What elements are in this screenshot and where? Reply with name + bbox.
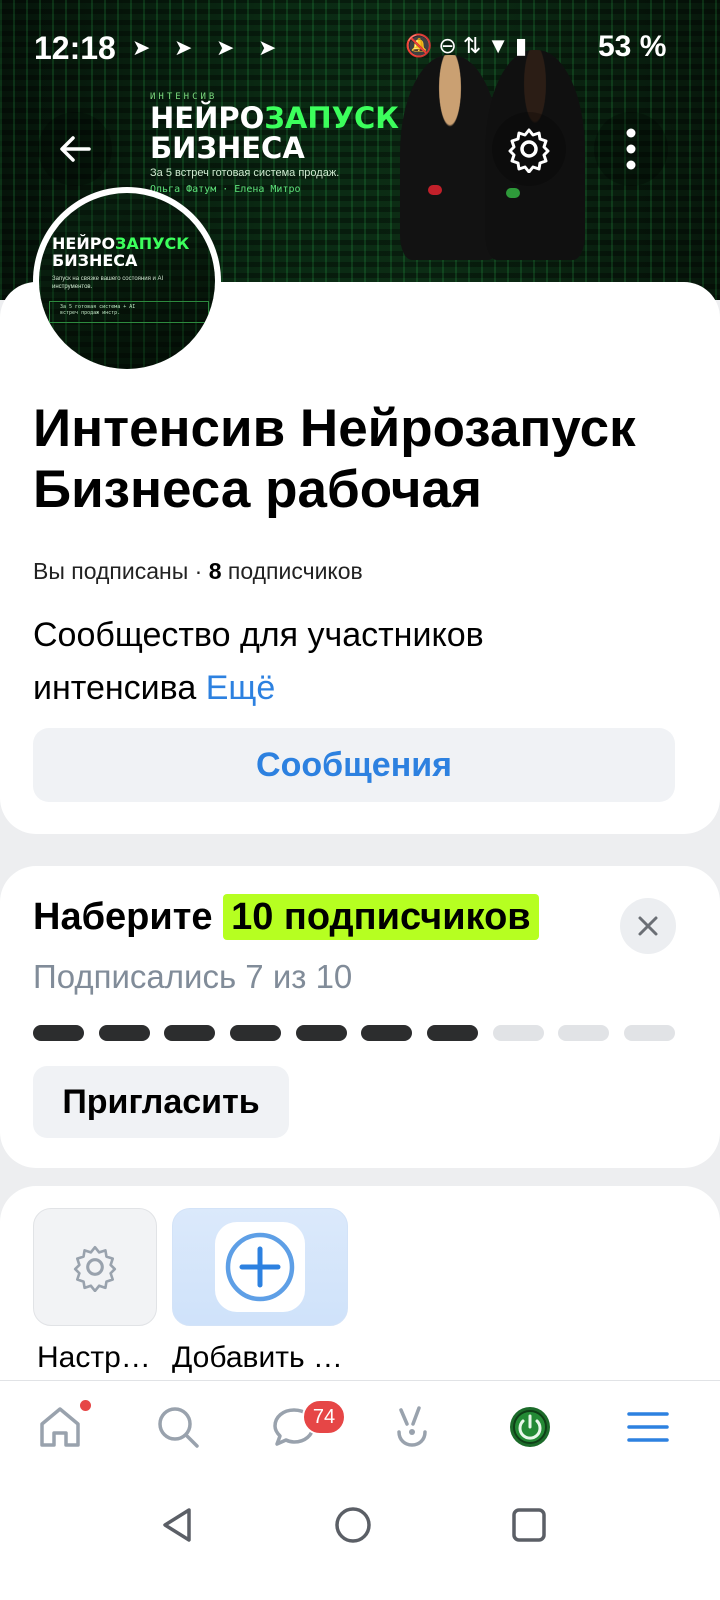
goal-progress-text: Подписались 7 из 10 (33, 958, 353, 995)
bottom-tab-bar: 74 (0, 1380, 720, 1470)
avatar-table-row: встреч продаж инстр. (60, 310, 121, 316)
green-pill (506, 188, 520, 198)
square-recents-icon (512, 1508, 546, 1542)
messages-button[interactable]: Сообщения (33, 728, 675, 802)
progress-segment (33, 1025, 84, 1041)
progress-segment (426, 1025, 478, 1041)
nav-back-button[interactable] (152, 1500, 202, 1550)
telegram-icon: ➤ (258, 35, 277, 60)
power-icon (510, 1407, 550, 1447)
tab-menu[interactable] (618, 1397, 678, 1457)
settings-app-tile[interactable] (33, 1208, 157, 1326)
progress-segment (164, 1025, 216, 1041)
search-icon (158, 1407, 199, 1448)
settings-app-label: Настр… (37, 1341, 151, 1374)
telegram-icon: ➤ (132, 35, 151, 60)
subscribed-status: Вы подписаны · (33, 558, 209, 584)
circle-home-icon (335, 1507, 371, 1543)
cover-subtitle: За 5 встреч готовая система продаж. (150, 167, 340, 179)
avatar-subtitle: Запуск на связке вашего состояния и AI и… (52, 276, 164, 290)
telegram-icon: ➤ (174, 35, 193, 60)
red-pill (428, 185, 442, 195)
add-app-icon-bg (215, 1222, 305, 1312)
goal-title-highlight: 10 подписчиков (223, 894, 539, 940)
avatar-title-line2: БИЗНЕСА (52, 251, 138, 270)
tab-power[interactable] (500, 1397, 560, 1457)
back-button[interactable] (38, 112, 112, 186)
community-description: Сообщество для участников интенсива Ещё (33, 609, 633, 715)
add-app-label: Добавить … (172, 1341, 343, 1374)
plus-circle-icon (225, 1232, 295, 1302)
home-icon (40, 1407, 80, 1447)
subscriber-count: 8 (208, 558, 222, 584)
avatar-image: НЕЙРОЗАПУСК БИЗНЕСА Запуск на связке ваш… (39, 193, 215, 369)
cover-title-part1: НЕЙРО (150, 101, 265, 135)
close-goal-button[interactable] (620, 898, 676, 954)
telegram-icon: ➤ (216, 35, 235, 60)
settings-button[interactable] (492, 112, 566, 186)
subscriber-goal-card: Наберите 10 подписчиков Подписались 7 из… (0, 866, 720, 1168)
menu-icon (627, 1412, 669, 1442)
arrow-left-icon (60, 136, 91, 162)
progress-segment (295, 1025, 347, 1041)
status-bar: 12:18 ➤ ➤ ➤ ➤ 🔕⊖⇅▼▮ 53 % (0, 0, 720, 96)
close-icon (638, 916, 658, 936)
tab-clips[interactable] (382, 1397, 442, 1457)
cover-title-line2: БИЗНЕСА (150, 131, 305, 165)
subscriber-word: подписчиков (221, 558, 363, 584)
more-link[interactable]: Ещё (206, 669, 276, 707)
gear-icon (508, 128, 550, 173)
progress-segment (361, 1025, 413, 1041)
nav-recents-button[interactable] (504, 1500, 554, 1550)
messages-badge: 74 (302, 1399, 346, 1435)
progress-segment (98, 1025, 150, 1041)
clips-icon (397, 1406, 427, 1447)
home-notification-dot (80, 1400, 91, 1411)
gear-icon (73, 1245, 117, 1292)
avatar-table: За 5 готовая система + AI встреч продаж … (49, 301, 209, 323)
avatar-title: НЕЙРОЗАПУСК БИЗНЕСА (52, 235, 189, 269)
system-status-icons: 🔕⊖⇅▼▮ (405, 33, 534, 58)
more-options-button[interactable] (594, 112, 668, 186)
community-avatar[interactable]: НЕЙРОЗАПУСК БИЗНЕСА Запуск на связке ваш… (33, 187, 221, 375)
add-app-tile[interactable] (172, 1208, 348, 1326)
more-vertical-icon (626, 128, 636, 170)
progress-segment (558, 1025, 610, 1041)
battery-level: 53 % (598, 30, 667, 63)
community-name: Интенсив Нейрозапуск Бизнеса рабочая (33, 399, 636, 519)
progress-segment (623, 1025, 675, 1041)
system-navigation-bar (0, 1470, 720, 1600)
progress-segment (492, 1025, 544, 1041)
goal-title-prefix: Наберите (33, 896, 224, 938)
goal-progress-bar (33, 1025, 675, 1041)
nav-home-button[interactable] (328, 1500, 378, 1550)
triangle-back-icon (163, 1508, 191, 1542)
goal-title: Наберите 10 подписчиков (33, 894, 539, 940)
cover-title-part2: ЗАПУСК (264, 101, 399, 135)
invite-button[interactable]: Пригласить (33, 1066, 289, 1138)
status-time: 12:18 (34, 30, 116, 66)
subscription-info: Вы подписаны · 8 подписчиков (33, 558, 363, 585)
cover-title: НЕЙРОЗАПУСК БИЗНЕСА (150, 103, 399, 163)
progress-segment (229, 1025, 281, 1041)
tab-search[interactable] (148, 1397, 208, 1457)
